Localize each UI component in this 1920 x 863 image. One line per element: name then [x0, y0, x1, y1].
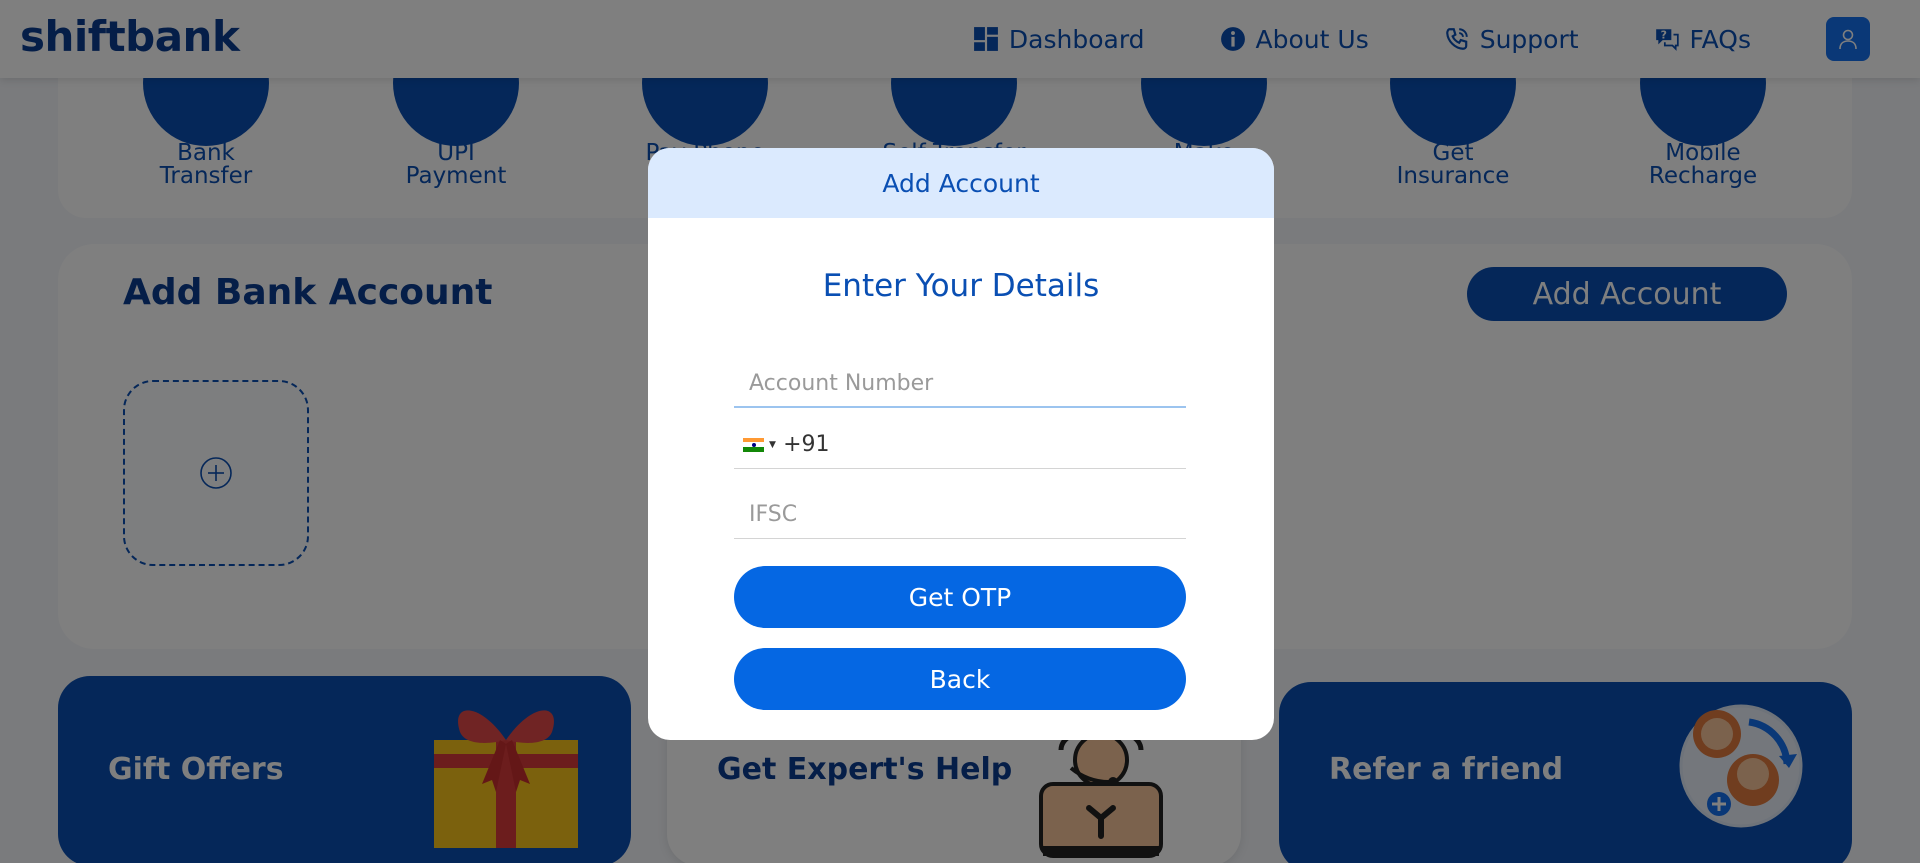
country-code-select[interactable]: ▼: [734, 421, 779, 468]
phone-input[interactable]: [829, 421, 1186, 468]
ifsc-field: [734, 491, 1186, 539]
india-flag-icon: [743, 437, 764, 452]
phone-field: ▼ +91: [734, 421, 1186, 469]
account-number-input[interactable]: [734, 360, 1186, 406]
ifsc-input[interactable]: [734, 491, 1186, 538]
chevron-down-icon: ▼: [769, 439, 776, 450]
add-account-modal: Add Account Enter Your Details ▼ +91 Get…: [648, 148, 1274, 740]
account-number-field: [734, 360, 1186, 408]
phone-code: +91: [783, 432, 830, 457]
modal-subtitle: Enter Your Details: [822, 268, 1100, 304]
modal-header: Add Account: [648, 148, 1274, 218]
get-otp-button[interactable]: Get OTP: [734, 566, 1186, 628]
back-button[interactable]: Back: [734, 648, 1186, 710]
